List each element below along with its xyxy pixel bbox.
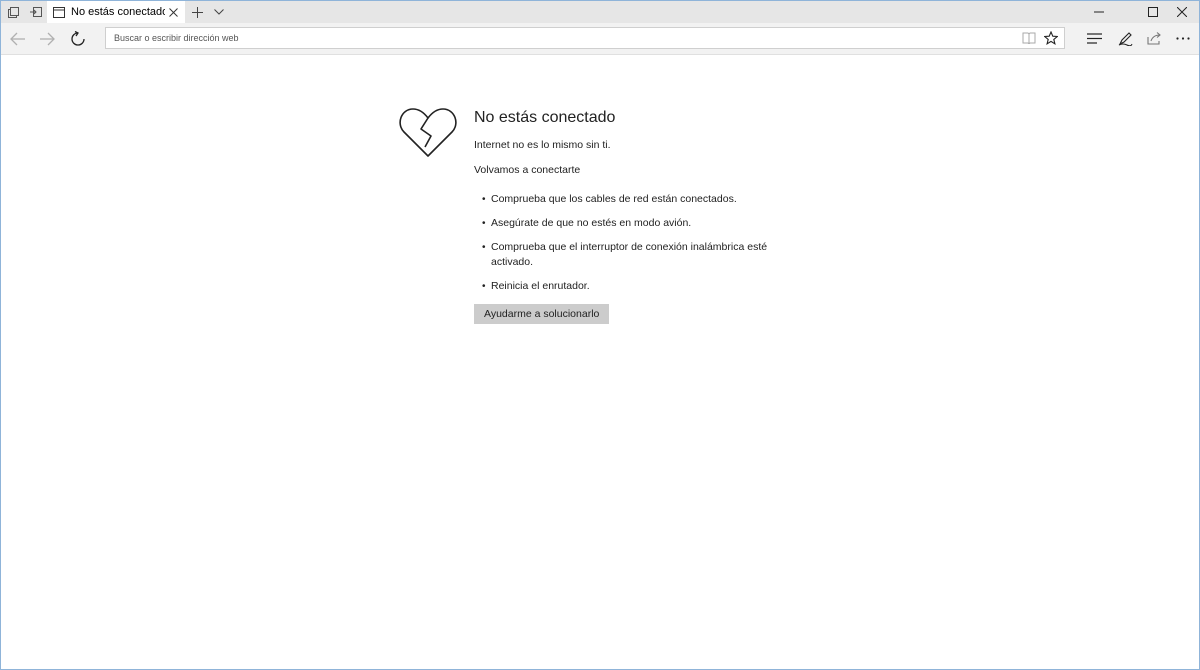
navigation-bar xyxy=(1,23,1199,55)
reconnect-heading: Volvamos a conectarte xyxy=(474,164,581,176)
browser-window: No estás conectado Buscar o escribir dir… xyxy=(0,0,1200,670)
tips-list: Comprueba que los cables de red están co… xyxy=(474,192,804,294)
list-item: Comprueba que los cables de red están co… xyxy=(474,192,804,207)
back-arrow-icon[interactable] xyxy=(3,23,33,54)
refresh-icon[interactable] xyxy=(63,23,93,54)
list-item: Reinicia el enrutador. xyxy=(474,279,804,294)
list-item: Asegúrate de que no estés en modo avión. xyxy=(474,216,804,231)
forward-arrow-icon[interactable] xyxy=(32,23,62,54)
book-icon[interactable] xyxy=(1018,28,1040,48)
error-message: No estás conectado Internet no es lo mis… xyxy=(474,107,804,324)
page-title: No estás conectado xyxy=(474,109,616,126)
set-aside-tabs-icon[interactable] xyxy=(25,1,47,23)
window-close-icon[interactable] xyxy=(1164,1,1199,23)
chevron-down-icon[interactable] xyxy=(208,1,230,23)
pen-icon[interactable] xyxy=(1110,23,1140,54)
tab-preview-icon[interactable] xyxy=(2,1,24,23)
list-item: Comprueba que el interruptor de conexión… xyxy=(474,240,781,270)
address-input[interactable] xyxy=(114,28,994,48)
close-icon[interactable] xyxy=(165,4,181,20)
page-subtitle: Internet no es lo mismo sin ti. xyxy=(474,139,611,151)
minimize-icon[interactable] xyxy=(1081,1,1117,23)
plus-icon[interactable] xyxy=(186,1,208,23)
star-icon[interactable] xyxy=(1040,28,1062,48)
hub-icon[interactable] xyxy=(1079,23,1109,54)
address-bar[interactable] xyxy=(105,27,1065,49)
help-troubleshoot-button[interactable]: Ayudarme a solucionarlo xyxy=(474,304,610,324)
tab-active[interactable]: No estás conectado xyxy=(47,1,185,23)
more-icon[interactable] xyxy=(1168,23,1198,54)
tab-title: No estás conectado xyxy=(71,6,165,18)
broken-heart-icon xyxy=(399,106,457,158)
page-icon xyxy=(53,6,65,18)
tab-bar: No estás conectado xyxy=(1,1,1199,23)
share-icon[interactable] xyxy=(1139,23,1169,54)
page-content: No estás conectado Internet no es lo mis… xyxy=(1,55,1199,669)
